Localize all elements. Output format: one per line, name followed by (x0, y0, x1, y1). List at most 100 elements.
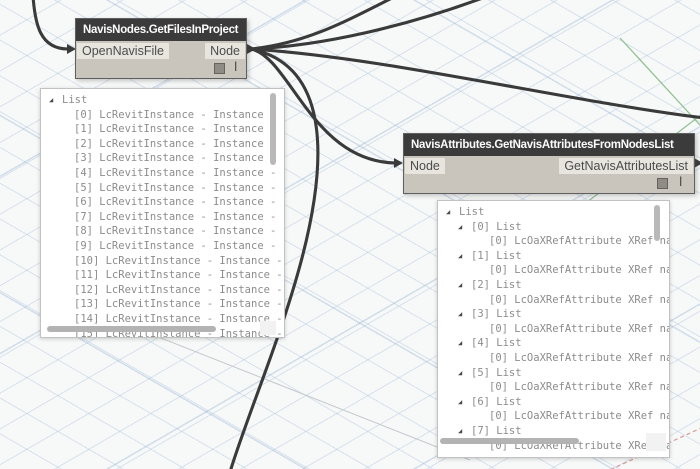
list-item-text: [1] LcRevitInstance - Instance - (74, 123, 276, 135)
list-item: ◢List (41, 93, 284, 108)
list-item-text: [5] LcRevitInstance - Instance - (74, 182, 276, 194)
lacing-icon[interactable]: | (679, 176, 682, 187)
expander-icon[interactable]: ◢ (458, 366, 471, 381)
list-item: ◢[0] LcOaXRefAttribute XRef na (438, 322, 669, 337)
input-port-opennavisfile[interactable]: OpenNavisFile (77, 43, 169, 59)
list-item-text: [0] LcOaXRefAttribute XRef na (489, 294, 669, 306)
wire-into-opennavisfile[interactable] (33, 0, 68, 49)
list-item-text: [9] LcRevitInstance - Instance - (74, 240, 276, 252)
wire-node-out-right[interactable] (251, 49, 700, 118)
expander-icon[interactable]: ◢ (49, 93, 62, 108)
list-item: ◢[7] List (438, 424, 669, 439)
list-item: ◢[2] List (438, 278, 669, 293)
list-item: ◢[4] List (438, 336, 669, 351)
list-item-text: [14] LcRevitInstance - Instance - (74, 313, 283, 325)
horizontal-scrollbar[interactable] (47, 326, 216, 332)
expander-icon[interactable]: ◢ (458, 307, 471, 322)
list-item-text: [6] List (471, 396, 522, 408)
vertical-scrollbar[interactable] (270, 93, 276, 165)
expander-icon[interactable]: ◢ (458, 336, 471, 351)
list-item-text: [0] LcRevitInstance - Instance - (74, 109, 276, 121)
list-item-text: [0] LcOaXRefAttribute XRef na (489, 352, 669, 364)
node-title[interactable]: NavisAttributes.GetNavisAttributesFromNo… (404, 134, 694, 156)
expander-icon[interactable]: ◢ (458, 278, 471, 293)
expander-icon[interactable]: ◢ (458, 249, 471, 264)
list-item-text: [0] LcOaXRefAttribute XRef na (489, 264, 669, 276)
list-item: ◢[0] LcOaXRefAttribute XRef na (438, 380, 669, 395)
list-item: ◢[12] LcRevitInstance - Instance - (41, 283, 284, 298)
list-item: ◢[6] List (438, 395, 669, 410)
lacing-icon[interactable]: | (234, 61, 237, 72)
list-item-text: [0] LcOaXRefAttribute XRef na (489, 323, 669, 335)
axis-line-green (620, 38, 700, 138)
input-port-node[interactable]: Node (405, 158, 445, 174)
list-item: ◢[2] LcRevitInstance - Instance - (41, 137, 284, 152)
list-item: ◢[3] List (438, 307, 669, 322)
list-item-text: [8] LcRevitInstance - Instance - (74, 225, 276, 237)
list-item-text: [4] List (471, 337, 522, 349)
node-footer: | (76, 59, 246, 78)
node-footer: | (404, 174, 694, 193)
list-item-text: [13] LcRevitInstance - Instance - (74, 298, 283, 310)
node-getfilesinproject[interactable]: NavisNodes.GetFilesInProject OpenNavisFi… (75, 18, 247, 79)
list-item-text: [2] LcRevitInstance - Instance - (74, 138, 276, 150)
list-item: ◢[6] LcRevitInstance - Instance - (41, 195, 284, 210)
expander-icon[interactable]: ◢ (458, 424, 471, 439)
list-item: ◢[0] List (438, 220, 669, 235)
list-item: ◢[5] LcRevitInstance - Instance - (41, 181, 284, 196)
list-item-text: [4] LcRevitInstance - Instance - (74, 167, 276, 179)
list-item-text: [12] LcRevitInstance - Instance - (74, 284, 283, 296)
list-item-text: [2] List (471, 279, 522, 291)
preview-toggle-icon[interactable] (657, 178, 668, 189)
list-item: ◢[0] LcOaXRefAttribute XRef na (438, 293, 669, 308)
list-item: ◢[0] LcRevitInstance - Instance - (41, 108, 284, 123)
list-item-text: [3] List (471, 308, 522, 320)
input-port-arrow-icon (394, 158, 403, 168)
list-item-text: [10] LcRevitInstance - Instance - (74, 255, 283, 267)
list-item: ◢[4] LcRevitInstance - Instance - (41, 166, 284, 181)
dynamo-canvas[interactable]: NavisNodes.GetFilesInProject OpenNavisFi… (0, 0, 700, 469)
list-item: ◢[0] LcOaXRefAttribute XRef na (438, 263, 669, 278)
output-port-arrow-icon (247, 44, 256, 54)
list-item-text: [0] LcOaXRefAttribute XRef na (489, 410, 669, 422)
list-item: ◢[8] LcRevitInstance - Instance - (41, 224, 284, 239)
list-item: ◢[0] LcOaXRefAttribute XRef na (438, 409, 669, 424)
node-title[interactable]: NavisNodes.GetFilesInProject (76, 19, 246, 41)
list-item-text: [3] LcRevitInstance - Instance - (74, 152, 276, 164)
port-row: Node GetNavisAttributesList (404, 156, 694, 174)
vertical-scrollbar[interactable] (654, 205, 660, 241)
expander-icon[interactable]: ◢ (446, 205, 459, 220)
list-item: ◢[10] LcRevitInstance - Instance - (41, 254, 284, 269)
list-item: ◢[1] List (438, 249, 669, 264)
list-item: ◢[1] LcRevitInstance - Instance - (41, 122, 284, 137)
list-item-text: List (62, 94, 87, 106)
node-getnavisattributesfromnodeslist[interactable]: NavisAttributes.GetNavisAttributesFromNo… (403, 133, 695, 194)
list-item-text: [11] LcRevitInstance - Instance - (74, 269, 283, 281)
expander-icon[interactable]: ◢ (458, 220, 471, 235)
scrollbar-corner (260, 321, 276, 335)
output-port-getnavisattributeslist[interactable]: GetNavisAttributesList (559, 158, 693, 174)
list-item-text: [7] List (471, 425, 522, 437)
horizontal-scrollbar[interactable] (440, 438, 579, 444)
list-item: ◢[7] LcRevitInstance - Instance - (41, 210, 284, 225)
list-item: ◢List (438, 205, 669, 220)
list-output: ◢List◢[0] LcRevitInstance - Instance -◢[… (41, 89, 284, 338)
preview-toggle-icon[interactable] (214, 63, 225, 74)
list-item: ◢[0] LcOaXRefAttribute XRef na (438, 351, 669, 366)
list-item-text: [0] List (471, 221, 522, 233)
list-item-text: [1] List (471, 250, 522, 262)
data-preview-bubble-1: ◢List◢[0] LcRevitInstance - Instance -◢[… (40, 88, 285, 338)
list-item: ◢[14] LcRevitInstance - Instance - (41, 312, 284, 327)
list-item-text: [5] List (471, 367, 522, 379)
list-item: ◢[11] LcRevitInstance - Instance - (41, 268, 284, 283)
list-item: ◢[9] LcRevitInstance - Instance - (41, 239, 284, 254)
list-item-text: [7] LcRevitInstance - Instance - (74, 211, 276, 223)
list-item-text: [0] LcOaXRefAttribute XRef na (489, 235, 669, 247)
list-item: ◢[13] LcRevitInstance - Instance - (41, 297, 284, 312)
expander-icon[interactable]: ◢ (458, 395, 471, 410)
list-item: ◢[5] List (438, 366, 669, 381)
output-port-node[interactable]: Node (205, 43, 245, 59)
list-item-text: List (459, 206, 484, 218)
list-item-text: [0] LcOaXRefAttribute XRef na (489, 381, 669, 393)
scrollbar-corner (646, 433, 666, 451)
